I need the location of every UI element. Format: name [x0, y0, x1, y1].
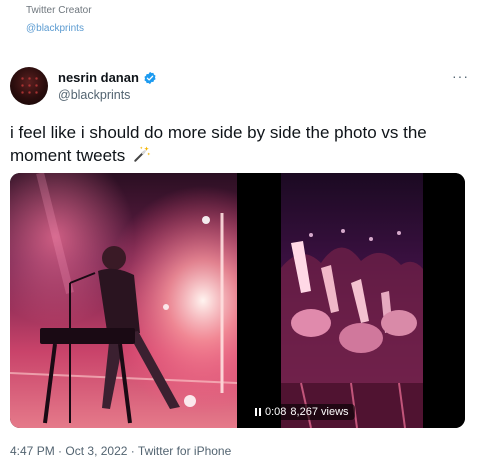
- tweet-media: 0:08 8,267 views: [10, 173, 465, 428]
- crowd-video[interactable]: 0:08 8,267 views: [239, 173, 465, 428]
- video-time: 0:08: [265, 406, 287, 418]
- verified-badge-icon: [144, 71, 156, 84]
- card-header: Twitter Creator @blackprints: [26, 4, 92, 36]
- author-handle[interactable]: @blackprints: [58, 88, 130, 102]
- tweet-source[interactable]: Twitter for iPhone: [138, 444, 231, 458]
- more-icon[interactable]: ···: [452, 68, 469, 84]
- crowd-video-image: [281, 229, 423, 428]
- video-playback-badge[interactable]: 0:08 8,267 views: [249, 404, 355, 420]
- footer-separator: ·: [130, 444, 135, 458]
- tweet-body: i feel like i should do more side by sid…: [10, 123, 427, 165]
- avatar-pattern: [19, 75, 39, 97]
- crowd-video-frame: [281, 173, 423, 428]
- creator-label: Twitter Creator: [26, 5, 92, 16]
- author-display-name[interactable]: nesrin danan: [58, 70, 139, 85]
- author-name-row: nesrin danan: [58, 70, 157, 85]
- avatar[interactable]: [10, 67, 48, 105]
- tweet-footer: 4:47 PM · Oct 3, 2022 · Twitter for iPho…: [10, 444, 231, 458]
- footer-separator: ·: [58, 444, 63, 458]
- tweet-text: i feel like i should do more side by sid…: [10, 121, 472, 167]
- video-views: 8,267 views: [290, 406, 349, 418]
- creator-handle-link[interactable]: @blackprints: [26, 22, 92, 36]
- magic-wand-icon: [134, 146, 151, 162]
- concert-photo[interactable]: [10, 173, 237, 428]
- pause-icon[interactable]: [255, 408, 261, 416]
- tweet-date[interactable]: Oct 3, 2022: [65, 444, 127, 458]
- tweet-time[interactable]: 4:47 PM: [10, 444, 55, 458]
- concert-photo-image: [10, 173, 237, 428]
